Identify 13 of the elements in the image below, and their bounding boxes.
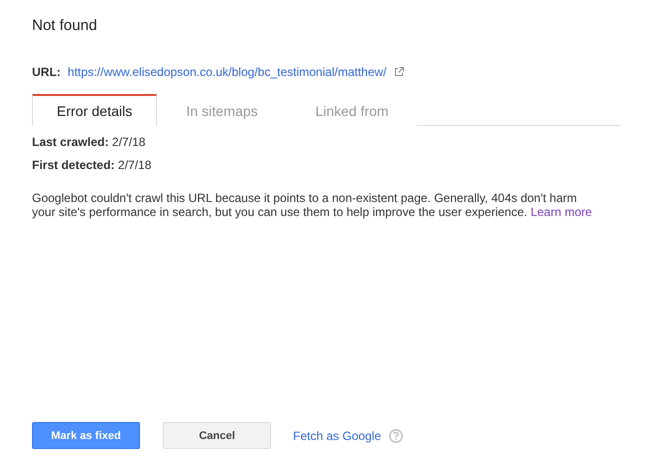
url-label: URL: (32, 65, 61, 79)
fetch-as-google-link[interactable]: Fetch as Google (293, 428, 382, 442)
description-text: Googlebot couldn't crawl this URL because it points to a non-existent page. Generally, 404s don't harm your site's performance in search, but you can use them to help improve the user experience. Learn more (32, 191, 592, 219)
url-link[interactable]: https://www.elisedopson.co.uk/blog/bc_testimonial/matthew/ (68, 65, 387, 79)
page-title: Not found (32, 17, 98, 34)
detail-text: First detected: 2/7/18 (32, 158, 152, 172)
learn-more-link[interactable]: Learn more (530, 205, 592, 219)
external-link-icon[interactable] (394, 67, 404, 77)
cancel-button[interactable]: Cancel (163, 422, 271, 449)
detail-text: Last crawled: 2/7/18 (32, 135, 146, 149)
help-icon[interactable] (389, 428, 404, 442)
tab[interactable]: Error details (32, 94, 157, 126)
mark-as-fixed-button[interactable]: Mark as fixed (32, 422, 140, 449)
